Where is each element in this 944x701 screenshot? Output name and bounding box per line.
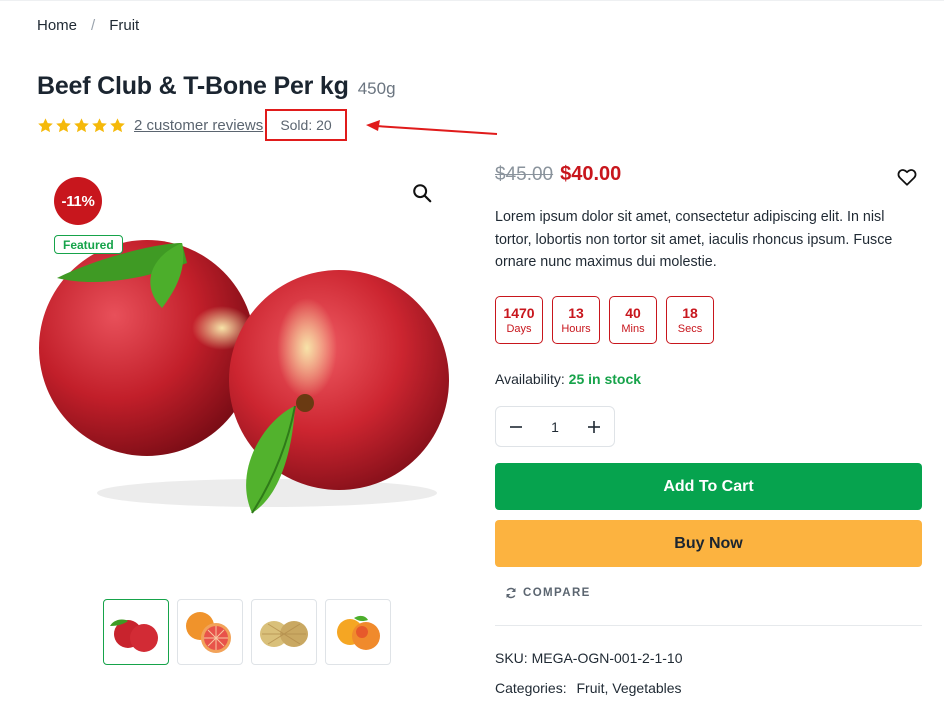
plus-icon[interactable] — [584, 417, 604, 437]
sale-price: $40.00 — [560, 163, 622, 185]
top-divider — [0, 0, 944, 1]
buy-now-button[interactable]: Buy Now — [495, 520, 922, 567]
thumbnail-grapefruit[interactable] — [177, 599, 243, 665]
price-row: $45.00 $40.00 — [495, 163, 621, 186]
countdown-label: Secs — [677, 322, 703, 335]
countdown-value: 40 — [625, 304, 641, 321]
product-sku: SKU: MEGA-OGN-001-2-1-10 — [495, 650, 683, 666]
featured-badge: Featured — [54, 235, 123, 254]
old-price: $45.00 — [495, 164, 554, 185]
countdown-value: 13 — [568, 304, 584, 321]
countdown-label: Days — [506, 322, 532, 335]
breadcrumb-separator: / — [91, 17, 96, 34]
breadcrumb-home[interactable]: Home — [37, 17, 77, 34]
product-weight: 450g — [357, 79, 396, 98]
star-icon — [92, 117, 107, 132]
countdown-value: 18 — [682, 304, 698, 321]
compare-button[interactable]: COMPARE — [505, 587, 591, 599]
annotation-arrow-icon — [366, 120, 498, 135]
stock-status: 25 in stock — [568, 371, 642, 387]
availability-label: Availability: — [495, 371, 565, 387]
star-icon — [38, 117, 53, 132]
quantity-stepper: 1 — [495, 406, 615, 447]
countdown-label: Mins — [621, 322, 645, 335]
product-description: Lorem ipsum dolor sit amet, consectetur … — [495, 209, 893, 270]
minus-icon[interactable] — [506, 417, 526, 437]
star-icon — [110, 117, 125, 132]
product-image[interactable] — [37, 168, 457, 568]
star-icon — [74, 117, 89, 132]
countdown-label: Hours — [561, 322, 591, 335]
thumbnail-nectarines[interactable] — [103, 599, 169, 665]
countdown-days: 1470 Days — [495, 296, 543, 344]
heart-icon[interactable] — [896, 166, 918, 188]
page-title: Beef Club & T-Bone Per kg — [37, 72, 349, 100]
breadcrumb: Home / Fruit — [37, 17, 139, 34]
customer-reviews-link[interactable]: 2 customer reviews — [134, 117, 263, 134]
star-rating — [37, 117, 126, 134]
search-icon[interactable] — [411, 182, 433, 204]
compare-label: COMPARE — [523, 587, 591, 599]
countdown-value: 1470 — [503, 304, 535, 321]
categories-label: Categories: — [495, 680, 567, 696]
meta-divider — [495, 625, 922, 626]
countdown-secs: 18 Secs — [666, 296, 714, 344]
thumbnail-peaches[interactable] — [325, 599, 391, 665]
star-icon — [56, 117, 71, 132]
title-row: Beef Club & T-Bone Per kg 450g — [37, 72, 396, 101]
add-to-cart-button[interactable]: Add To Cart — [495, 463, 922, 510]
sold-count: Sold: 20 — [265, 109, 347, 141]
quantity-input[interactable]: 1 — [551, 419, 559, 435]
countdown-timer: 1470 Days 13 Hours 40 Mins 18 Secs — [495, 296, 714, 344]
discount-badge: -11% — [54, 177, 102, 225]
thumbnail-melons[interactable] — [251, 599, 317, 665]
breadcrumb-fruit[interactable]: Fruit — [109, 17, 139, 34]
countdown-mins: 40 Mins — [609, 296, 657, 344]
countdown-hours: 13 Hours — [552, 296, 600, 344]
categories-links[interactable]: Fruit, Vegetables — [576, 680, 681, 696]
rating-row: 2 customer reviews Sold: 20 — [37, 109, 347, 141]
thumbnail-gallery — [103, 599, 391, 665]
product-categories: Categories: Fruit, Vegetables — [495, 680, 682, 696]
availability: Availability: 25 in stock — [495, 371, 641, 387]
refresh-icon — [506, 587, 516, 599]
